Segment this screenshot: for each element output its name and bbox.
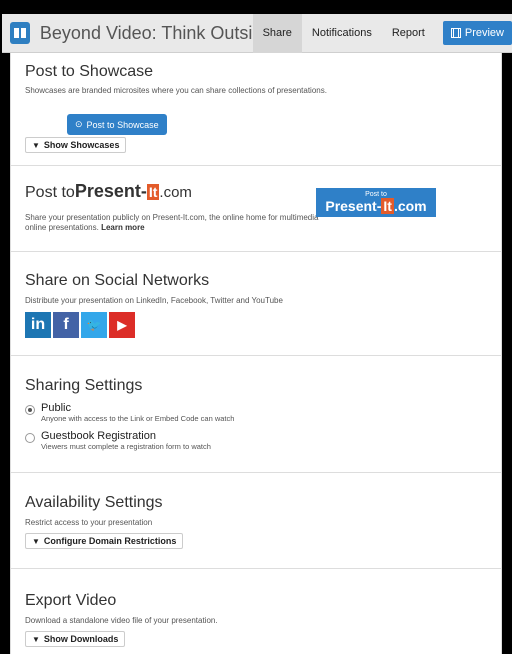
public-option[interactable]: Public Anyone with access to the Link or… [25, 402, 234, 423]
facebook-icon[interactable]: f [53, 312, 79, 338]
show-showcases-label: Show Showcases [43, 140, 120, 150]
social-heading: Share on Social Networks [25, 272, 210, 289]
preview-label: Preview [464, 27, 504, 39]
social-desc: Distribute your presentation on LinkedIn… [25, 296, 283, 305]
chevron-down-icon: ▼ [32, 140, 40, 150]
present-it-badge-top: Post to [365, 191, 387, 198]
show-downloads-toggle[interactable]: ▼ Show Downloads [25, 631, 126, 647]
present-it-badge-suffix: .com [393, 198, 427, 214]
tab-share[interactable]: Share [252, 13, 302, 53]
social-section: Share on Social Networks Distribute your… [11, 252, 501, 356]
tab-notifications[interactable]: Notifications [302, 14, 382, 53]
linkedin-icon[interactable]: in [25, 312, 51, 338]
present-it-mark: It [146, 184, 160, 200]
presentation-logo-icon [10, 22, 30, 44]
export-desc: Download a standalone video file of your… [25, 616, 218, 625]
present-it-suffix: .com [159, 184, 192, 201]
domain-restrictions-label: Configure Domain Restrictions [43, 536, 177, 546]
showcase-heading: Post to Showcase [25, 63, 154, 80]
share-content[interactable]: Post to Showcase Showcases are branded m… [10, 53, 502, 654]
availability-desc: Restrict access to your presentation [25, 518, 153, 527]
domain-restrictions-toggle[interactable]: ▼ Configure Domain Restrictions [25, 533, 184, 549]
sharing-section: Sharing Settings Public Anyone with acce… [11, 356, 501, 473]
guestbook-radio[interactable] [25, 433, 35, 443]
showcase-section: Post to Showcase Showcases are branded m… [11, 53, 501, 166]
public-desc: Anyone with access to the Link or Embed … [41, 414, 235, 423]
public-title: Public [41, 402, 71, 414]
tab-report[interactable]: Report [382, 14, 435, 53]
post-to-showcase-button[interactable]: ⊙ Post to Showcase [67, 114, 167, 135]
present-it-badge-mark: It [381, 198, 394, 214]
present-it-section: Post to Present- It .com Share your pres… [11, 166, 501, 252]
chevron-down-icon: ▼ [32, 536, 40, 546]
availability-section: Availability Settings Restrict access to… [11, 473, 501, 569]
present-it-desc-text: Share your presentation publicly on Pres… [25, 213, 319, 232]
top-bar: Beyond Video: Think Outside th... Share … [2, 13, 512, 53]
present-it-heading: Post to Present- It .com [25, 181, 192, 202]
export-section: Export Video Download a standalone video… [11, 569, 501, 654]
post-to-showcase-label: Post to Showcase [86, 119, 159, 130]
availability-heading: Availability Settings [25, 494, 163, 511]
present-it-brand: Present- [74, 181, 147, 201]
show-showcases-toggle[interactable]: ▼ Show Showcases [25, 137, 127, 153]
present-it-desc: Share your presentation publicly on Pres… [25, 213, 325, 233]
twitter-icon[interactable]: 🐦 [81, 312, 107, 338]
guestbook-option[interactable]: Guestbook Registration Viewers must comp… [25, 430, 211, 451]
preview-button[interactable]: Preview [442, 21, 512, 45]
sharing-heading: Sharing Settings [25, 377, 143, 394]
upload-icon: ⊙ [75, 119, 83, 129]
social-icons: in f 🐦 ▶ [25, 312, 137, 338]
public-radio[interactable] [25, 405, 35, 415]
post-to-present-it-button[interactable]: Post to Present- It .com [316, 188, 436, 217]
window-frame: Beyond Video: Think Outside th... Share … [0, 0, 512, 654]
showcase-desc: Showcases are branded microsites where y… [25, 86, 327, 95]
youtube-icon[interactable]: ▶ [109, 312, 135, 338]
guestbook-title: Guestbook Registration [41, 430, 156, 442]
present-it-badge-brand: Present- [325, 198, 382, 214]
show-downloads-label: Show Downloads [43, 634, 119, 644]
present-it-heading-prefix: Post to [25, 184, 75, 201]
film-icon [450, 28, 461, 38]
chevron-down-icon: ▼ [32, 634, 40, 644]
presentation-title: Beyond Video: Think Outside th... [39, 22, 253, 43]
learn-more-link[interactable]: Learn more [101, 223, 145, 232]
export-heading: Export Video [25, 592, 117, 609]
guestbook-desc: Viewers must complete a registration for… [41, 442, 211, 451]
